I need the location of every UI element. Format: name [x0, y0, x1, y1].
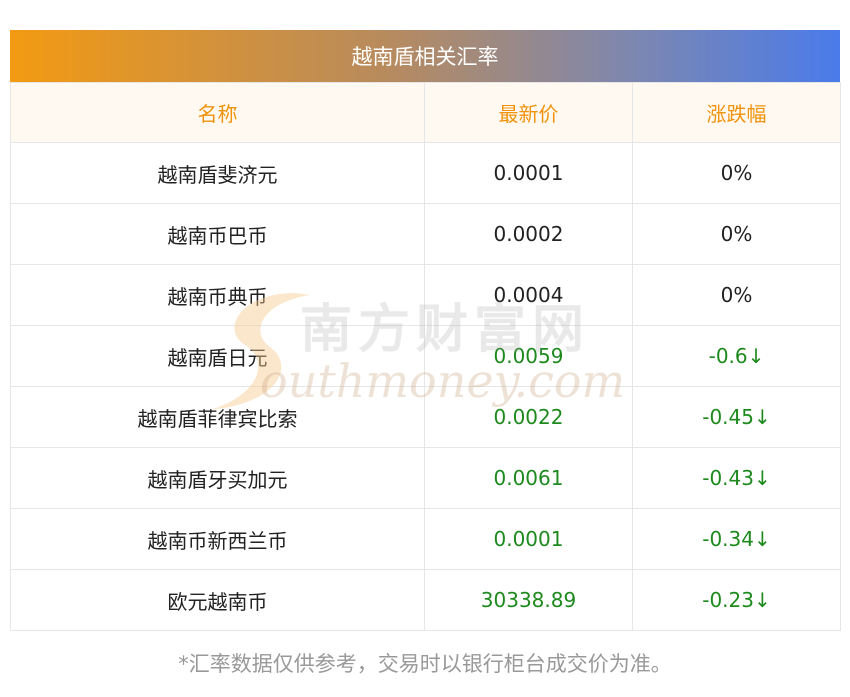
currency-pair-name: 越南币典币 — [10, 264, 425, 326]
column-header-change: 涨跌幅 — [632, 82, 841, 143]
rate-table: 名称 最新价 涨跌幅 越南盾斐济元 0.0001 0% 越南币巴币 0.0002… — [10, 82, 841, 631]
latest-price: 0.0002 — [424, 203, 633, 265]
currency-pair-name: 越南盾斐济元 — [10, 142, 425, 204]
column-header-name: 名称 — [10, 82, 425, 143]
currency-pair-name: 欧元越南币 — [10, 569, 425, 631]
table-row: 欧元越南币 30338.89 -0.23↓ — [10, 569, 841, 631]
change-percent: -0.45↓ — [632, 386, 841, 448]
table-row: 越南币典币 0.0004 0% — [10, 264, 841, 326]
currency-pair-name: 越南盾菲律宾比索 — [10, 386, 425, 448]
table-row: 越南币巴币 0.0002 0% — [10, 203, 841, 265]
change-percent: 0% — [632, 142, 841, 204]
currency-pair-name: 越南币新西兰币 — [10, 508, 425, 570]
panel-title: 越南盾相关汇率 — [10, 30, 840, 82]
column-header-price: 最新价 — [424, 82, 633, 143]
change-percent: -0.43↓ — [632, 447, 841, 509]
table-row: 越南盾斐济元 0.0001 0% — [10, 142, 841, 204]
currency-pair-name: 越南盾牙买加元 — [10, 447, 425, 509]
latest-price: 0.0001 — [424, 142, 633, 204]
change-percent: 0% — [632, 264, 841, 326]
currency-pair-name: 越南盾日元 — [10, 325, 425, 387]
change-percent: -0.23↓ — [632, 569, 841, 631]
disclaimer-footnote: *汇率数据仅供参考，交易时以银行柜台成交价为准。 — [178, 652, 672, 676]
table-row: 越南盾菲律宾比索 0.0022 -0.45↓ — [10, 386, 841, 448]
table-row: 越南盾日元 0.0059 -0.6↓ — [10, 325, 841, 387]
currency-pair-name: 越南币巴币 — [10, 203, 425, 265]
latest-price: 0.0022 — [424, 386, 633, 448]
change-percent: -0.34↓ — [632, 508, 841, 570]
latest-price: 0.0061 — [424, 447, 633, 509]
latest-price: 0.0059 — [424, 325, 633, 387]
latest-price: 0.0001 — [424, 508, 633, 570]
exchange-rate-panel: 越南盾相关汇率 名称 最新价 涨跌幅 越南盾斐济元 0.0001 0% 越南币巴… — [10, 30, 841, 631]
latest-price: 30338.89 — [424, 569, 633, 631]
change-percent: 0% — [632, 203, 841, 265]
table-header-row: 名称 最新价 涨跌幅 — [10, 82, 841, 143]
table-row: 越南盾牙买加元 0.0061 -0.43↓ — [10, 447, 841, 509]
change-percent: -0.6↓ — [632, 325, 841, 387]
table-row: 越南币新西兰币 0.0001 -0.34↓ — [10, 508, 841, 570]
latest-price: 0.0004 — [424, 264, 633, 326]
